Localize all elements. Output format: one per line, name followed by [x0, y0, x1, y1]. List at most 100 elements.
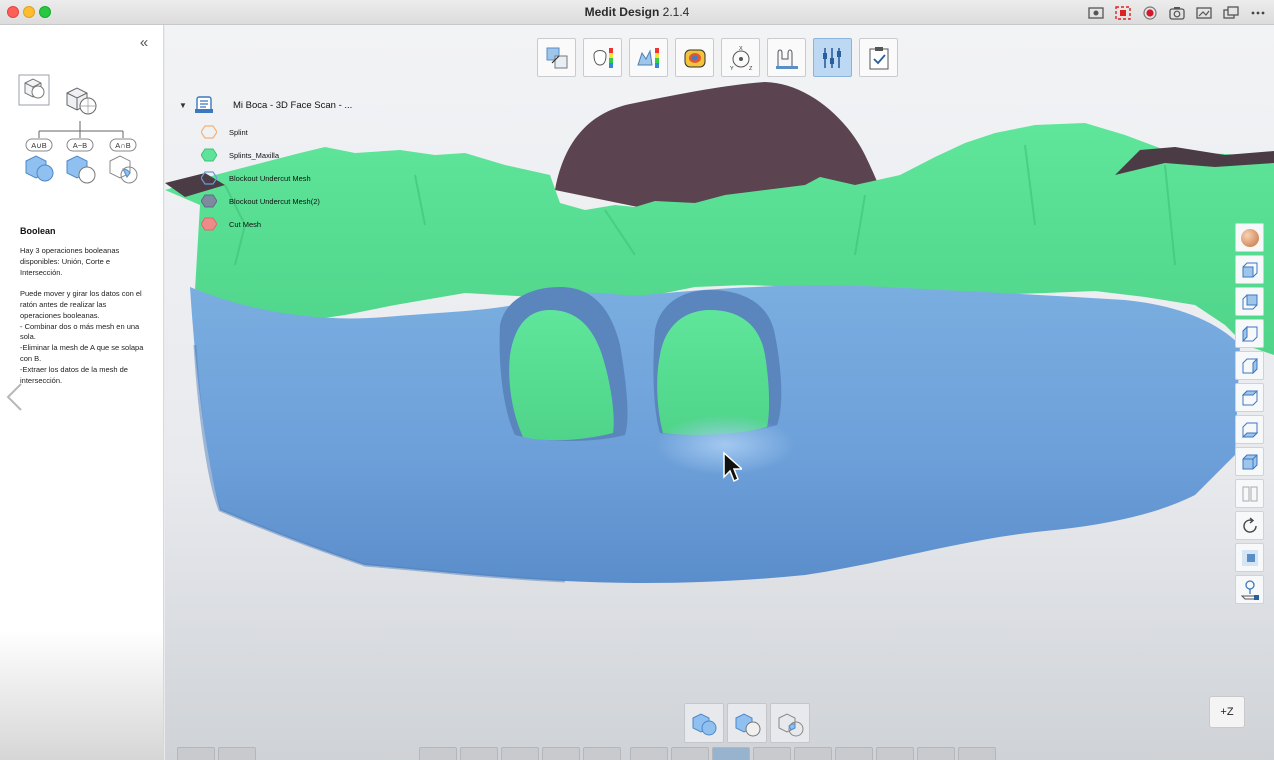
tree-item-label: Blockout Undercut Mesh(2): [229, 196, 320, 206]
svg-text:Z: Z: [749, 66, 753, 71]
view-iso-icon: [1242, 454, 1257, 469]
hexagon-icon[interactable]: [201, 147, 217, 163]
double-chevron-left-icon[interactable]: «: [137, 35, 151, 50]
help-title: Boolean: [20, 226, 56, 236]
boolean-diagram: A∪B A−B A∩B: [18, 74, 138, 184]
tree-item[interactable]: Splints_Maxilla: [201, 147, 279, 163]
bottom-tool-button[interactable]: [794, 747, 832, 760]
zoom-z-button[interactable]: +Z: [1209, 696, 1245, 728]
view-right-button[interactable]: [1235, 351, 1264, 380]
view-left-icon: [1242, 325, 1257, 342]
union-button[interactable]: [684, 703, 724, 743]
op-label-union: A∪B: [31, 141, 47, 150]
tree-root-label: Mi Boca - 3D Face Scan - ...: [233, 99, 353, 111]
view-back-button[interactable]: [1235, 287, 1264, 316]
view-top-button[interactable]: [1235, 383, 1264, 412]
rotate-icon: [1242, 516, 1257, 533]
hexagon-icon[interactable]: [201, 170, 217, 186]
hexagon-icon[interactable]: [201, 193, 217, 209]
cube-result-icon: [66, 87, 97, 115]
view-front-button[interactable]: [1235, 255, 1264, 284]
app-window: Medit Design 2.1.4 « A∪B A−B A∩B Boolean…: [0, 0, 1274, 760]
windows-icon[interactable]: [1222, 4, 1239, 21]
view-bottom-icon: [1241, 422, 1258, 437]
right-toolbar: [1235, 223, 1264, 604]
pin-button[interactable]: [1235, 575, 1264, 604]
subtract-result-icon: [66, 155, 96, 184]
pin-icon: [1240, 579, 1259, 600]
bottom-tool-button[interactable]: [542, 747, 580, 760]
tree-root[interactable]: ▼ Mi Boca - 3D Face Scan - ...: [179, 95, 352, 115]
mesh-analysis-button[interactable]: [629, 38, 668, 77]
view-top-icon: [1241, 390, 1258, 405]
union-icon: [692, 713, 717, 736]
bottom-tool-button[interactable]: [177, 747, 215, 760]
bottom-tool-button[interactable]: [917, 747, 955, 760]
view-left-button[interactable]: [1235, 319, 1264, 348]
tree-item[interactable]: Splint: [201, 124, 248, 140]
tooth-deviation-icon: [592, 47, 613, 68]
app-name: Medit Design: [584, 5, 660, 19]
3d-viewport[interactable]: X Y Z ▼ Mi Boca - 3D Face Scan - ... Splin…: [165, 25, 1274, 760]
checklist-button[interactable]: [859, 38, 898, 77]
bottom-tool-button[interactable]: [712, 747, 750, 760]
mesh-tools-button[interactable]: [813, 38, 852, 77]
split-view-icon: [1242, 486, 1257, 501]
intersect-result-icon: [109, 155, 138, 184]
more-icon[interactable]: [1249, 4, 1266, 21]
screen-capture-icon[interactable]: [1087, 4, 1104, 21]
bottom-tool-button[interactable]: [753, 747, 791, 760]
svg-text:X: X: [739, 46, 743, 52]
dental-mesh-scene[interactable]: [165, 25, 1274, 760]
tree-item-label: Blockout Undercut Mesh: [229, 173, 311, 183]
bottom-tool-button[interactable]: [460, 747, 498, 760]
hexagon-icon[interactable]: [201, 216, 217, 232]
intersect-button[interactable]: [770, 703, 810, 743]
material-sphere-button[interactable]: [1235, 223, 1264, 252]
material-sphere-icon: [1240, 228, 1259, 247]
box-view-icon: [1241, 549, 1258, 566]
tree-item-label: Cut Mesh: [229, 219, 262, 229]
cube-a-icon: [18, 74, 50, 106]
top-toolbar: X Y Z: [537, 38, 898, 77]
caret-down-icon[interactable]: ▼: [179, 101, 187, 110]
view-right-icon: [1242, 357, 1257, 374]
align-tool-button[interactable]: [537, 38, 576, 77]
hexagon-icon[interactable]: [201, 124, 217, 140]
align-tool-icon: [546, 47, 567, 68]
scan-data-icon: [195, 96, 213, 113]
snapshot-icon[interactable]: [1195, 4, 1212, 21]
bottom-tool-button[interactable]: [835, 747, 873, 760]
tooth-deviation-button[interactable]: [583, 38, 622, 77]
box-view-button[interactable]: [1235, 543, 1264, 572]
split-view-button[interactable]: [1235, 479, 1264, 508]
rotate-button[interactable]: [1235, 511, 1264, 540]
mesh-tools-icon: [822, 47, 841, 68]
axis-orientation-button[interactable]: X Y Z: [721, 38, 760, 77]
tree-item[interactable]: Cut Mesh: [201, 216, 261, 232]
view-bottom-button[interactable]: [1235, 415, 1264, 444]
record-icon[interactable]: [1141, 4, 1158, 21]
chevron-left-icon[interactable]: [3, 382, 25, 412]
camera-icon[interactable]: [1168, 4, 1185, 21]
tree-item-label: Splints_Maxilla: [229, 150, 280, 160]
bottom-tool-button[interactable]: [419, 747, 457, 760]
union-result-icon: [25, 155, 54, 182]
bottom-tool-button[interactable]: [583, 747, 621, 760]
measure-button[interactable]: [767, 38, 806, 77]
bottom-tool-button[interactable]: [671, 747, 709, 760]
bottom-tool-button[interactable]: [501, 747, 539, 760]
bottom-tool-button[interactable]: [630, 747, 668, 760]
tree-item[interactable]: Blockout Undercut Mesh(2): [201, 193, 320, 209]
color-map-button[interactable]: [675, 38, 714, 77]
color-map-icon: [684, 49, 705, 67]
bottom-tool-button[interactable]: [218, 747, 256, 760]
intersect-icon: [778, 713, 804, 737]
subtract-button[interactable]: [727, 703, 767, 743]
tree-item[interactable]: Blockout Undercut Mesh: [201, 170, 311, 186]
bottom-tool-button[interactable]: [876, 747, 914, 760]
app-version: 2.1.4: [662, 5, 690, 19]
view-iso-button[interactable]: [1235, 447, 1264, 476]
record-region-icon[interactable]: [1114, 4, 1131, 21]
bottom-tool-button[interactable]: [958, 747, 996, 760]
